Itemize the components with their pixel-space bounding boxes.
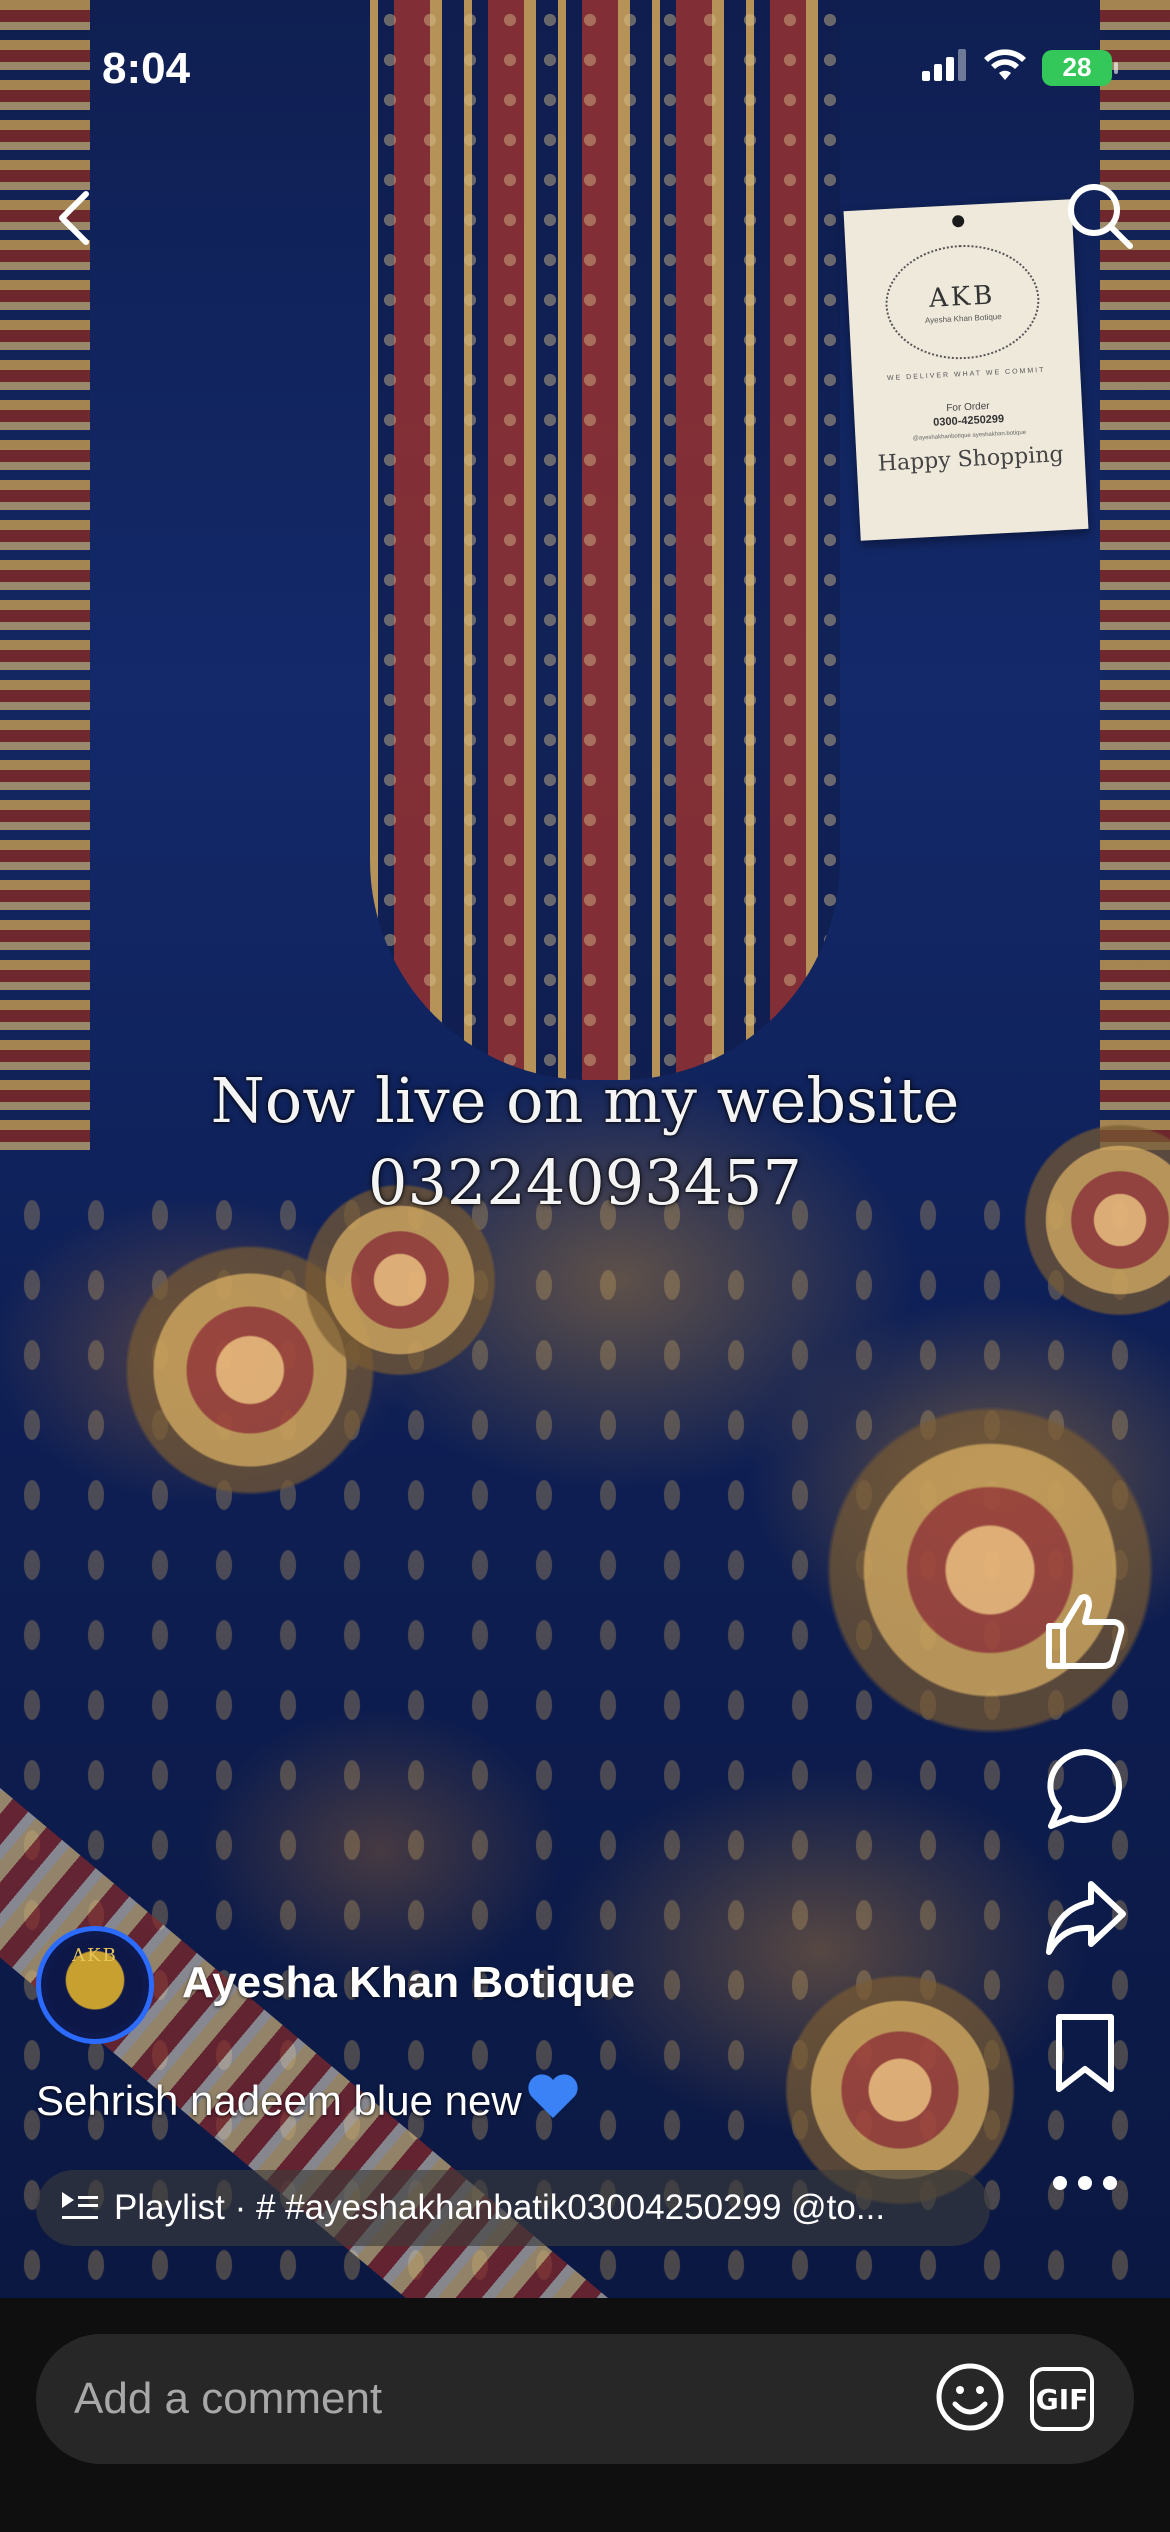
embroidered-flower [820, 1400, 1160, 1740]
tag-logo-subtitle: Ayesha Khan Botique [924, 311, 1002, 325]
embroidery-band-right [1100, 0, 1170, 1150]
embroidery-band-left [0, 0, 90, 1150]
tag-hole [951, 214, 965, 228]
status-time: 8:04 [102, 44, 191, 93]
share-arrow-icon [1043, 1876, 1127, 1965]
video-caption[interactable]: Sehrish nadeem blue new [36, 2072, 580, 2130]
blue-heart-emoji-icon [526, 2072, 580, 2130]
gif-button[interactable]: GIF [1030, 2367, 1094, 2431]
status-icons: 28 [922, 48, 1118, 87]
search-button[interactable] [1060, 178, 1140, 258]
bookmark-icon [1053, 2013, 1117, 2098]
tag-motto: WE DELIVER WHAT WE COMMIT [886, 366, 1046, 383]
embroidery-pattern [370, 0, 840, 1080]
signal-icon [922, 49, 968, 86]
playlist-chip[interactable]: Playlist · # #ayeshakhanbatik03004250299… [36, 2170, 990, 2246]
emoji-icon [935, 2362, 1005, 2437]
wifi-icon [982, 48, 1028, 87]
video-overlay-text: Now live on my website 03224093457 [0, 1060, 1170, 1224]
comment-placeholder: Add a comment [74, 2374, 383, 2423]
battery-indicator: 28 [1042, 49, 1118, 86]
caption-text: Sehrish nadeem blue new [36, 2077, 522, 2124]
comments-button[interactable] [1040, 1740, 1130, 1840]
comment-bubble-icon [1043, 1746, 1127, 1835]
more-options-button[interactable] [1040, 2150, 1130, 2220]
video-player[interactable]: AKB Ayesha Khan Botique WE DELIVER WHAT … [0, 0, 1170, 2298]
more-dots-icon [1050, 2173, 1120, 2198]
like-button[interactable] [1040, 1582, 1130, 1682]
overlay-line-2: 03224093457 [368, 1146, 802, 1219]
playlist-text: Playlist · # #ayeshakhanbatik03004250299… [114, 2188, 886, 2227]
search-icon [1064, 180, 1136, 257]
thumbs-up-icon [1043, 1588, 1127, 1677]
channel-name[interactable]: Ayesha Khan Botique [182, 1958, 635, 2008]
save-button[interactable] [1040, 2000, 1130, 2110]
overlay-line-1: Now live on my website [210, 1064, 960, 1137]
product-hang-tag: AKB Ayesha Khan Botique WE DELIVER WHAT … [843, 199, 1089, 541]
share-button[interactable] [1040, 1870, 1130, 1970]
back-chevron-icon [54, 188, 94, 253]
channel-avatar[interactable]: AKB [36, 1926, 154, 2044]
comment-input[interactable]: Add a comment GIF [36, 2334, 1134, 2464]
tag-happy-shopping: Happy Shopping [877, 442, 1065, 477]
battery-level: 28 [1062, 52, 1092, 82]
avatar-logo-text: AKB [72, 1945, 118, 1966]
playlist-icon [60, 2190, 100, 2227]
tag-logo: AKB Ayesha Khan Botique [882, 241, 1043, 364]
avatar-logo: AKB [47, 1937, 143, 2033]
tag-logo-text: AKB [928, 279, 997, 314]
emoji-button[interactable] [932, 2361, 1008, 2437]
back-button[interactable] [44, 180, 104, 260]
